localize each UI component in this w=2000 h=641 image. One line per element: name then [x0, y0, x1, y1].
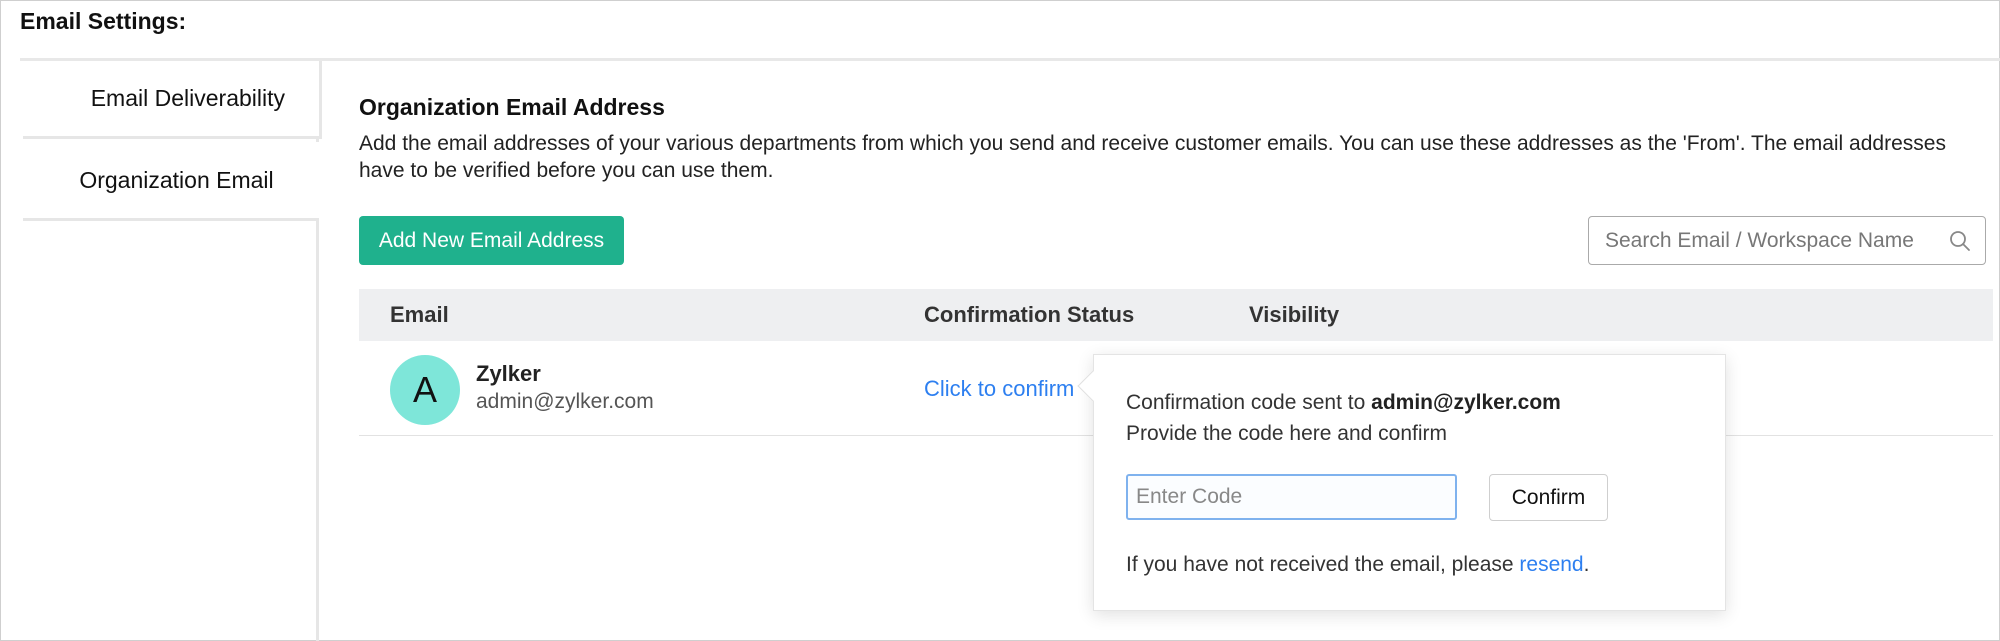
avatar: A — [390, 355, 460, 425]
section-title: Organization Email Address — [359, 94, 665, 120]
column-header-email: Email — [390, 302, 449, 327]
resend-hint: If you have not received the email, plea… — [1126, 553, 1590, 576]
section-description: Add the email addresses of your various … — [359, 132, 1946, 182]
confirmation-email: admin@zylker.com — [1371, 391, 1561, 414]
sidebar-item-label: Email Deliverability — [90, 85, 285, 111]
search-box — [1588, 216, 1986, 265]
search-input[interactable] — [1589, 217, 1929, 264]
column-header-confirmation-status: Confirmation Status — [924, 302, 1135, 327]
sidebar-item-email-deliverability[interactable]: Email Deliverability — [23, 61, 322, 139]
confirmation-popover: Confirmation code sent to admin@zylker.c… — [1077, 354, 1726, 611]
settings-sidebar: Email Deliverability Organization Email — [23, 61, 322, 641]
confirmation-instruction: Provide the code here and confirm — [1126, 422, 1448, 445]
sidebar-item-organization-email[interactable]: Organization Email — [23, 142, 322, 219]
confirmation-code-input[interactable] — [1126, 474, 1457, 520]
table-header: Email Confirmation Status Visibility — [359, 289, 1993, 341]
email-address: admin@zylker.com — [476, 390, 654, 413]
confirm-button[interactable]: Confirm — [1489, 474, 1608, 521]
page-title: Email Settings: — [20, 8, 187, 34]
add-new-email-address-button[interactable]: Add New Email Address — [359, 216, 624, 265]
email-name: Zylker — [476, 361, 541, 386]
confirmation-sent-text: Confirmation code sent to admin@zylker.c… — [1126, 391, 1561, 414]
column-header-visibility: Visibility — [1249, 302, 1340, 327]
search-icon[interactable] — [1949, 230, 1971, 252]
divider — [23, 218, 319, 221]
click-to-confirm-link[interactable]: Click to confirm — [924, 376, 1074, 402]
resend-link[interactable]: resend — [1519, 553, 1583, 576]
sidebar-item-label: Organization Email — [79, 167, 274, 193]
